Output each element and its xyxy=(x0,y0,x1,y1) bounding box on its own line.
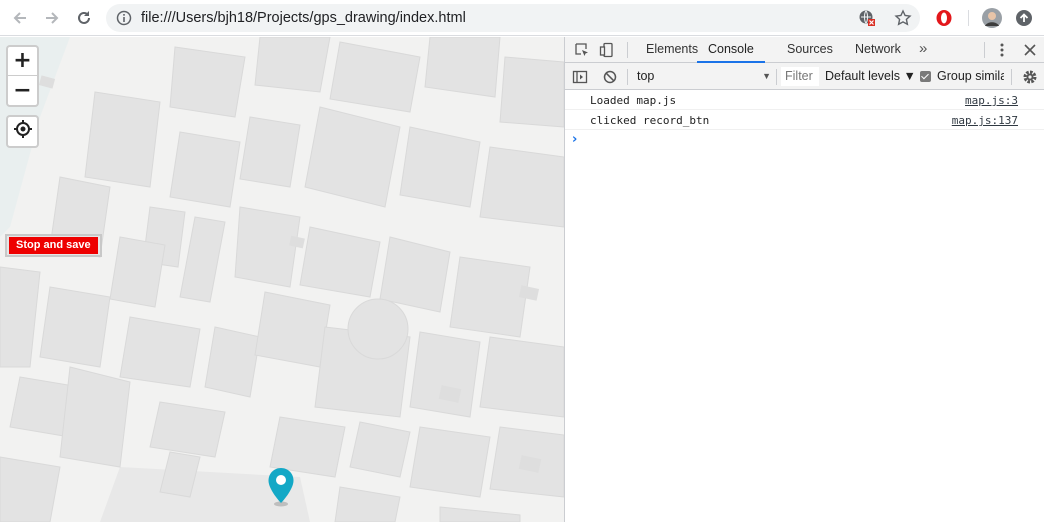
console-message: Loaded map.js map.js:3 xyxy=(565,90,1044,110)
zoom-out-button[interactable]: − xyxy=(8,76,37,105)
context-select[interactable]: top ▼ xyxy=(637,67,771,86)
prompt-chevron-icon: › xyxy=(572,132,578,147)
toolbar-separator xyxy=(627,69,628,85)
location-marker-icon[interactable] xyxy=(266,467,296,507)
map-tiles xyxy=(0,37,564,522)
browser-toolbar: file:///Users/bjh18/Projects/gps_drawing… xyxy=(0,0,1044,36)
toolbar-separator xyxy=(1011,69,1012,85)
info-icon[interactable] xyxy=(116,10,132,26)
log-text: Loaded map.js xyxy=(590,94,677,107)
map-view[interactable]: + − Stop and save xyxy=(0,37,564,522)
locate-icon xyxy=(13,119,33,144)
stop-and-save-button[interactable]: Stop and save xyxy=(5,234,102,257)
clear-console-icon[interactable] xyxy=(601,68,619,86)
log-text: clicked record_btn xyxy=(590,114,710,127)
back-arrow-icon[interactable] xyxy=(8,6,32,30)
more-tabs-button[interactable]: » xyxy=(919,37,927,63)
profile-avatar[interactable] xyxy=(980,6,1004,30)
devtools-panel: Elements Console Sources Network » top ▼… xyxy=(564,37,1044,522)
kebab-menu-icon[interactable] xyxy=(993,41,1011,59)
console-prompt[interactable]: › xyxy=(565,130,1044,150)
gear-icon[interactable] xyxy=(1021,68,1039,86)
toolbar-separator xyxy=(968,10,969,26)
close-icon[interactable] xyxy=(1021,41,1039,59)
tab-separator xyxy=(984,42,985,58)
group-similar-checkbox[interactable] xyxy=(920,71,931,82)
device-toolbar-icon[interactable] xyxy=(598,41,616,59)
forward-arrow-icon[interactable] xyxy=(40,6,64,30)
translate-blocked-icon[interactable] xyxy=(858,9,876,27)
log-levels-select[interactable]: Default levels ▼ xyxy=(825,67,916,86)
filter-input[interactable]: Filter xyxy=(781,67,819,86)
console-output: Loaded map.js map.js:3 clicked record_bt… xyxy=(565,90,1044,150)
sidebar-toggle-icon[interactable] xyxy=(571,68,589,86)
address-bar[interactable]: file:///Users/bjh18/Projects/gps_drawing… xyxy=(106,4,920,32)
tab-separator xyxy=(627,42,628,58)
source-link[interactable]: map.js:137 xyxy=(952,114,1018,127)
zoom-in-button[interactable]: + xyxy=(8,47,37,76)
toolbar-separator xyxy=(776,69,777,85)
star-icon[interactable] xyxy=(894,9,912,27)
tab-console[interactable]: Console xyxy=(697,37,765,63)
dropdown-arrow-icon: ▼ xyxy=(762,71,771,81)
devtools-tab-bar: Elements Console Sources Network » xyxy=(565,37,1044,63)
group-similar-label[interactable]: Group similar xyxy=(937,67,1004,86)
url-text[interactable]: file:///Users/bjh18/Projects/gps_drawing… xyxy=(141,4,466,32)
context-value: top xyxy=(637,69,655,83)
tab-elements[interactable]: Elements xyxy=(646,37,698,63)
console-message: clicked record_btn map.js:137 xyxy=(565,110,1044,130)
console-toolbar: top ▼ Filter Default levels ▼ Group simi… xyxy=(565,63,1044,90)
update-icon[interactable] xyxy=(1012,6,1036,30)
tab-sources[interactable]: Sources xyxy=(787,37,833,63)
opera-icon[interactable] xyxy=(932,6,956,30)
source-link[interactable]: map.js:3 xyxy=(965,94,1018,107)
inspect-element-icon[interactable] xyxy=(573,41,591,59)
locate-button[interactable] xyxy=(6,115,39,148)
reload-icon[interactable] xyxy=(72,6,96,30)
stop-and-save-label: Stop and save xyxy=(9,237,98,254)
zoom-control: + − xyxy=(6,45,39,107)
tab-network[interactable]: Network xyxy=(855,37,901,63)
